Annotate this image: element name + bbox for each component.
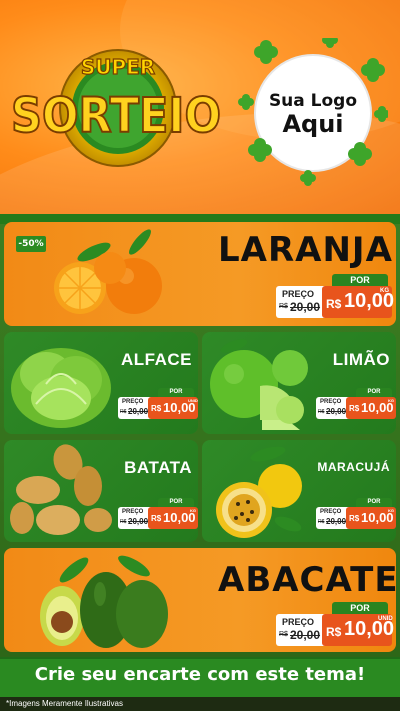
old-price: 20,00 — [290, 300, 321, 314]
price-tag: POR PREÇO R$ 20,00 R$ 10,00 KG — [118, 498, 198, 530]
price-tag: POR PREÇO R$ 20,00 R$ 10,00 KG — [316, 388, 396, 420]
por-label: POR — [158, 498, 194, 507]
potato-icon — [10, 444, 112, 535]
old-price-currency: R$ — [279, 631, 288, 638]
old-price: 20,00 — [290, 628, 321, 642]
old-price: 20,00 — [128, 517, 149, 526]
product-card-abacate: ABACATE POR PREÇO R$ 20,00 R$ 10,00 UNID — [4, 548, 396, 652]
currency: R$ — [151, 514, 162, 523]
lettuce-icon — [11, 348, 111, 428]
price-tag: POR PREÇO R$ 20,00 R$ 10,00 KG — [316, 498, 396, 530]
preco-label: PREÇO — [122, 509, 144, 515]
disclaimer-text: *Imagens Meramente Ilustrativas — [6, 699, 123, 708]
preco-label: PREÇO — [320, 509, 342, 515]
avocado-icon — [40, 555, 168, 648]
product-name: LARANJA — [218, 230, 393, 270]
por-label: POR — [356, 388, 392, 397]
cta-text: Crie seu encarte com este tema! — [34, 664, 366, 685]
product-name: LIMÃO — [332, 350, 390, 369]
currency: R$ — [349, 514, 360, 523]
passion-fruit-icon — [216, 446, 302, 538]
unit: KG — [388, 398, 394, 403]
logo-sorteio-text: SORTEIO — [11, 88, 221, 144]
old-price-currency: R$ — [120, 409, 127, 415]
old-price-currency: R$ — [120, 519, 127, 525]
preco-label: PREÇO — [282, 289, 315, 299]
product-name: BATATA — [124, 458, 192, 477]
logo-placeholder-badge: Sua Logo Aqui — [238, 38, 388, 186]
new-price-box: R$ 10,00 KG — [322, 286, 394, 318]
por-label: POR — [332, 274, 388, 286]
product-card-batata: BATATA POR PREÇO R$ 20,00 R$ 10,00 KG — [4, 440, 198, 542]
currency: R$ — [326, 297, 342, 311]
old-price: 20,00 — [326, 407, 347, 416]
product-card-limao: LIMÃO POR PREÇO R$ 20,00 R$ 10,00 KG — [202, 332, 396, 434]
por-label: POR — [158, 388, 194, 397]
unit: KG — [388, 508, 394, 513]
header: SUPER SORTEIO Sua Logo Aqui — [0, 0, 400, 214]
lime-icon — [210, 339, 308, 430]
por-label: POR — [356, 498, 392, 507]
product-card-maracuja: MARACUJÁ POR PREÇO R$ 20,00 R$ 10,00 KG — [202, 440, 396, 542]
product-card-laranja: -50% LARANJA POR PREÇO R$ 20,00 R$ 10,00… — [4, 222, 396, 326]
price-tag: POR PREÇO R$ 20,00 R$ 10,00 UNID — [118, 388, 198, 420]
new-price-box: R$ 10,00 KG — [148, 507, 198, 529]
preco-label: PREÇO — [282, 617, 315, 627]
unit: KG — [380, 288, 389, 294]
preco-label: PREÇO — [320, 399, 342, 405]
product-name: ABACATE — [218, 560, 396, 600]
unit: UNID — [378, 616, 393, 622]
product-name: MARACUJÁ — [317, 460, 390, 474]
currency: R$ — [326, 625, 342, 639]
preco-label: PREÇO — [122, 399, 144, 405]
new-price-box: R$ 10,00 KG — [346, 397, 396, 419]
logo-super-text: SUPER — [81, 55, 155, 79]
new-price-box: R$ 10,00 UNID — [148, 397, 198, 419]
old-price: 20,00 — [326, 517, 347, 526]
old-price-currency: R$ — [318, 409, 325, 415]
currency: R$ — [151, 404, 162, 413]
price-tag: POR PREÇO R$ 20,00 R$ 10,00 UNID — [276, 602, 394, 648]
old-price-currency: R$ — [318, 519, 325, 525]
unit: KG — [190, 508, 196, 513]
product-name: ALFACE — [121, 350, 192, 369]
product-card-alface: ALFACE POR PREÇO R$ 20,00 R$ 10,00 UNID — [4, 332, 198, 434]
price-tag: POR PREÇO R$ 20,00 R$ 10,00 KG — [276, 274, 394, 320]
por-label: POR — [332, 602, 388, 614]
super-sorteio-logo: SUPER SORTEIO — [10, 49, 222, 167]
unit: UNID — [188, 398, 198, 403]
orange-fruit-icon — [54, 229, 162, 314]
logo-line1: Sua Logo — [269, 91, 357, 111]
logo-line2: Aqui — [282, 110, 343, 138]
old-price: 20,00 — [128, 407, 149, 416]
new-price-box: R$ 10,00 KG — [346, 507, 396, 529]
old-price-currency: R$ — [279, 303, 288, 310]
discount-badge: -50% — [16, 236, 46, 252]
currency: R$ — [349, 404, 360, 413]
new-price-box: R$ 10,00 UNID — [322, 614, 394, 646]
